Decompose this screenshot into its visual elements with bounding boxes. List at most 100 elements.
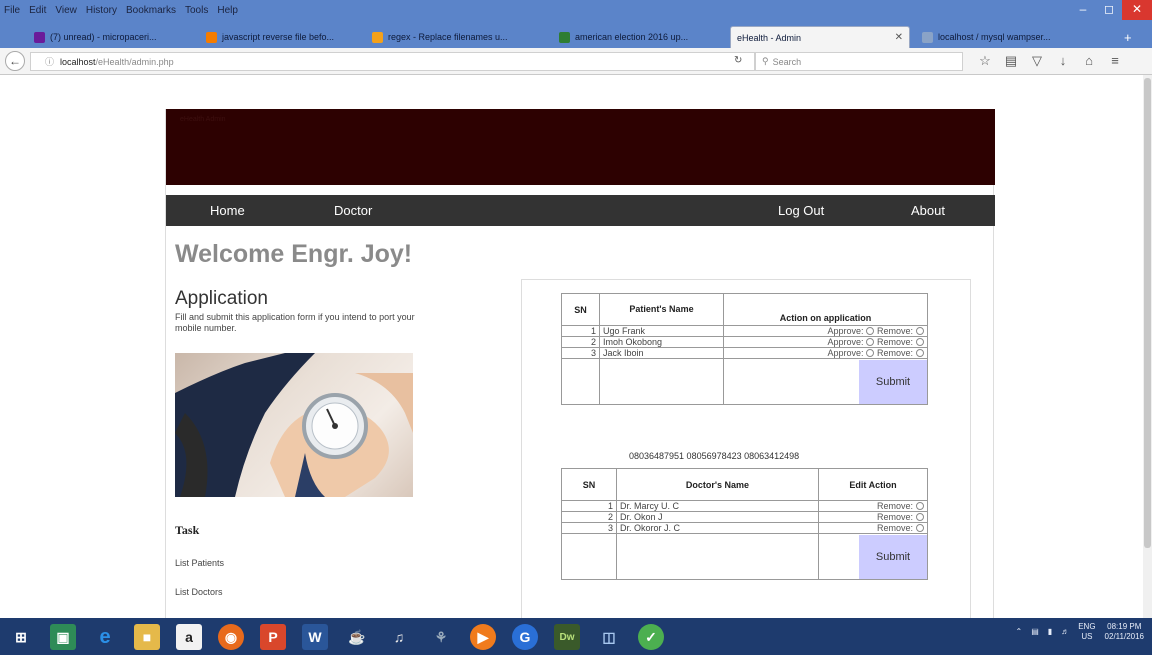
nav-about-link[interactable]: About bbox=[911, 195, 945, 226]
sn-header: SN bbox=[561, 468, 617, 501]
blood-pressure-gauge-image bbox=[175, 353, 413, 497]
file-explorer-icon[interactable]: ■ bbox=[134, 624, 160, 650]
clock-time: 08:19 PM bbox=[1107, 622, 1142, 631]
doctor-name-header: Doctor's Name bbox=[616, 468, 819, 501]
home-icon[interactable]: ⌂ bbox=[1076, 53, 1102, 69]
action-header: Action on application bbox=[723, 293, 928, 326]
region-code: US bbox=[1081, 632, 1093, 641]
remove-radio[interactable] bbox=[916, 327, 924, 335]
row-sn: 1 bbox=[561, 325, 600, 337]
scrollbar-thumb[interactable] bbox=[1144, 78, 1151, 548]
menu-file[interactable]: File bbox=[4, 5, 20, 16]
patients-table: SN Patient's Name Action on application … bbox=[561, 293, 928, 405]
chrome-like-icon[interactable]: G bbox=[512, 624, 538, 650]
menu-tools[interactable]: Tools bbox=[185, 5, 208, 16]
remove-label: Remove: bbox=[876, 501, 913, 511]
back-arrow-icon[interactable]: ← bbox=[5, 51, 25, 71]
nav-logout-link[interactable]: Log Out bbox=[778, 195, 824, 226]
volume-icon[interactable]: ♬ bbox=[1061, 627, 1069, 637]
internet-explorer-icon[interactable]: e bbox=[92, 624, 118, 650]
media-app-icon[interactable]: ▶ bbox=[470, 624, 496, 650]
wamp-server-icon[interactable]: ✓ bbox=[638, 624, 664, 650]
dreamweaver-icon[interactable]: Dw bbox=[554, 624, 580, 650]
site-banner: eHealth Admin bbox=[166, 109, 995, 185]
windows-start-icon[interactable]: ⊞ bbox=[8, 624, 34, 650]
submit-applications-button[interactable]: Submit bbox=[859, 359, 927, 404]
patient-name: Ugo Frank bbox=[599, 325, 724, 337]
tab-election[interactable]: american election 2016 up... bbox=[553, 26, 723, 48]
main-navigation: Home Doctor Log Out About bbox=[166, 195, 995, 226]
menu-help[interactable]: Help bbox=[217, 5, 238, 16]
downloads-icon[interactable]: ↓ bbox=[1050, 53, 1076, 69]
table-header-row: SN Doctor's Name Edit Action bbox=[561, 468, 928, 501]
new-tab-button[interactable]: + bbox=[1118, 26, 1138, 48]
maximize-button[interactable]: ◻ bbox=[1096, 0, 1122, 20]
remove-radio[interactable] bbox=[916, 338, 924, 346]
battery-icon[interactable]: ▮ bbox=[1048, 627, 1052, 637]
media-player-icon[interactable]: ♫ bbox=[386, 624, 412, 650]
hamburger-menu-icon[interactable]: ≡ bbox=[1102, 53, 1128, 69]
clock[interactable]: 08:19 PM 02/11/2016 bbox=[1105, 622, 1144, 642]
remove-radio[interactable] bbox=[916, 349, 924, 357]
remove-label: Remove: bbox=[876, 326, 913, 336]
pocket-icon[interactable]: ▽ bbox=[1024, 53, 1050, 69]
doctor-name: Dr. Marcy U. C bbox=[616, 500, 819, 512]
store-icon[interactable]: ▣ bbox=[50, 624, 76, 650]
java-icon[interactable]: ☕ bbox=[344, 624, 370, 650]
nav-home-link[interactable]: Home bbox=[210, 195, 245, 226]
url-bar[interactable]: ⓘ localhost/eHealth/admin.php bbox=[30, 52, 755, 71]
network-icon[interactable]: ⚘ bbox=[428, 624, 454, 650]
powerpoint-icon[interactable]: P bbox=[260, 624, 286, 650]
menu-bookmarks[interactable]: Bookmarks bbox=[126, 5, 176, 16]
stackoverflow-favicon-icon bbox=[206, 31, 217, 43]
remove-label: Remove: bbox=[876, 512, 913, 522]
remove-label: Remove: bbox=[876, 337, 913, 347]
nav-doctor-link[interactable]: Doctor bbox=[334, 195, 372, 226]
minimize-button[interactable]: – bbox=[1070, 0, 1096, 20]
reader-list-icon[interactable]: ▤ bbox=[998, 53, 1024, 69]
toolbar-icons: ☆ ▤ ▽ ↓ ⌂ ≡ bbox=[972, 53, 1128, 69]
network-status-icon[interactable]: ▤ bbox=[1031, 627, 1039, 637]
tab-email[interactable]: (7) unread) - micropaceri... bbox=[28, 26, 193, 48]
remove-radio[interactable] bbox=[916, 513, 924, 521]
amazon-icon[interactable]: a bbox=[176, 624, 202, 650]
tab-regex[interactable]: regex - Replace filenames u... bbox=[366, 26, 546, 48]
close-tab-icon[interactable]: ✕ bbox=[895, 32, 903, 43]
list-doctors-link[interactable]: List Doctors bbox=[175, 587, 223, 597]
application-description: Fill and submit this application form if… bbox=[175, 312, 415, 333]
approve-radio[interactable] bbox=[866, 349, 875, 357]
approve-radio[interactable] bbox=[866, 327, 875, 335]
tab-phpmyadmin[interactable]: localhost / mysql wampser... bbox=[916, 26, 1111, 48]
submit-doctors-button[interactable]: Submit bbox=[859, 534, 927, 579]
reload-icon[interactable]: ↻ bbox=[734, 55, 742, 66]
bookmark-star-icon[interactable]: ☆ bbox=[972, 53, 998, 69]
list-patients-link[interactable]: List Patients bbox=[175, 558, 224, 568]
scrollbar[interactable] bbox=[1143, 75, 1152, 618]
patient-name: Imoh Okobong bbox=[599, 336, 724, 348]
remote-desktop-icon[interactable]: ◫ bbox=[596, 624, 622, 650]
sn-header: SN bbox=[561, 293, 600, 326]
email-favicon-icon bbox=[34, 31, 45, 43]
submit-row: Submit bbox=[561, 358, 928, 405]
menu-view[interactable]: View bbox=[55, 5, 77, 16]
site-info-icon[interactable]: ⓘ bbox=[45, 55, 54, 68]
menu-history[interactable]: History bbox=[86, 5, 117, 16]
tray-chevron-icon[interactable]: ⌃ bbox=[1016, 627, 1023, 637]
page-container: eHealth Admin Home Doctor Log Out About … bbox=[165, 109, 995, 618]
language-indicator[interactable]: ENG US bbox=[1078, 622, 1095, 642]
approve-radio[interactable] bbox=[866, 338, 875, 346]
firefox-icon[interactable]: ◉ bbox=[218, 624, 244, 650]
menu-edit[interactable]: Edit bbox=[29, 5, 46, 16]
remove-radio[interactable] bbox=[916, 502, 924, 510]
tab-bar: (7) unread) - micropaceri... javascript … bbox=[0, 20, 1152, 48]
tab-javascript[interactable]: javascript reverse file befo... bbox=[200, 26, 360, 48]
search-input[interactable]: ⚲ Search bbox=[755, 52, 963, 71]
clock-date: 02/11/2016 bbox=[1104, 632, 1144, 641]
remove-label: Remove: bbox=[876, 348, 913, 358]
close-window-button[interactable]: ✕ bbox=[1122, 0, 1152, 20]
word-icon[interactable]: W bbox=[302, 624, 328, 650]
approve-label: Approve: bbox=[827, 337, 864, 347]
remove-radio[interactable] bbox=[916, 524, 924, 532]
row-sn: 1 bbox=[561, 500, 617, 512]
tab-ehealth-admin[interactable]: eHealth - Admin ✕ bbox=[730, 26, 910, 48]
